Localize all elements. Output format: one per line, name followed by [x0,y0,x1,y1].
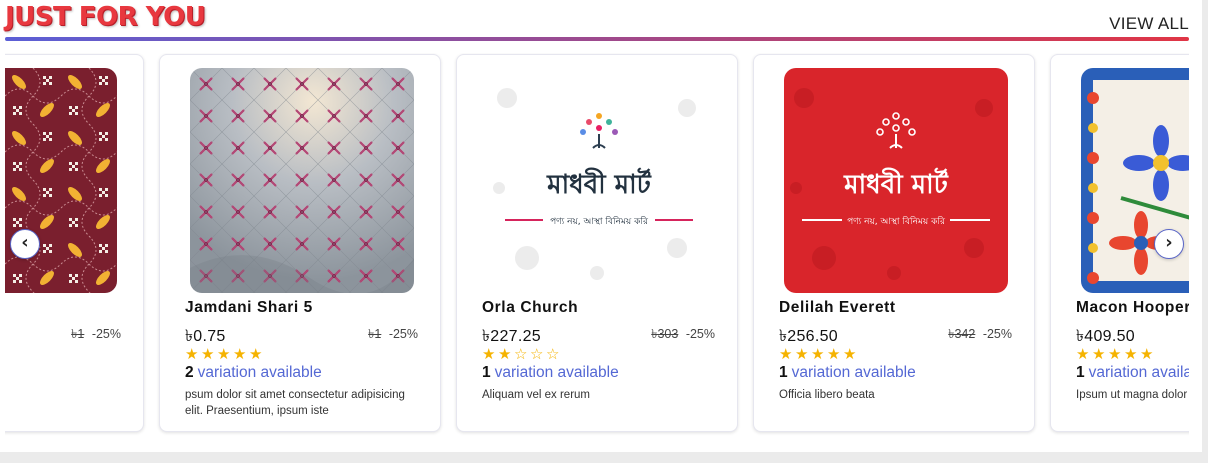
star-filled-icon: ★ [1076,345,1090,363]
rating-stars: ★ ★ ★ ★ ★ [185,346,265,363]
product-variations[interactable]: 1variation available [1076,364,1189,382]
maroon-embroidered-fabric-image [5,68,117,293]
product-carousel: 3 ৳1 -25% ible [5,53,1189,438]
carousel-next-button[interactable]: › [1154,229,1184,259]
variation-count: 2 [185,364,194,381]
product-variations[interactable]: 1variation available [482,364,619,382]
star-filled-icon: ★ [795,345,809,363]
variation-label[interactable]: variation available [1089,364,1189,381]
star-filled-icon: ★ [1124,345,1138,363]
star-empty-icon: ☆ [546,345,560,363]
logo-tagline: পণ্য নয়, আস্থা বিনিময় করি [847,216,946,227]
chevron-left-icon: ‹ [21,232,29,253]
rating-stars: ★ ★ ★ ★ ★ [779,346,859,363]
product-discount: -25% [91,327,121,341]
product-old-price-group: ৳303 -25% [651,326,715,346]
star-filled-icon: ★ [827,345,841,363]
star-filled-icon: ★ [185,345,199,363]
product-old-price-group: ৳342 -25% [948,326,1012,346]
view-all-link[interactable]: VIEW ALL [1109,14,1189,34]
rating-stars: ★ ★ ★ ★ ★ [1076,346,1156,363]
product-description: psum dolor sit amet consectetur adipisic… [185,389,405,417]
madhobi-mart-logo-red-image: মাধবী মার্ট পণ্য নয়, আস্থা বিনিময় করি [784,68,1008,293]
product-card[interactable]: মাধবী মার্ট পণ্য নয়, আস্থা বিনিময় করি … [753,54,1035,432]
product-name[interactable]: Jamdani Shari 5 [185,299,313,317]
star-filled-icon: ★ [498,345,512,363]
star-filled-icon: ★ [1140,345,1154,363]
logo-wordmark: মাধবী মার্ট [546,167,651,200]
logo-wordmark: মাধবী মার্ট [843,167,948,200]
product-variations[interactable]: 1variation available [779,364,916,382]
product-old-price: ৳1 [368,327,382,341]
section-title: JUST FOR YOU [5,2,206,32]
chevron-right-icon: › [1165,232,1173,253]
star-filled-icon: ★ [1092,345,1106,363]
star-filled-icon: ★ [217,345,231,363]
star-filled-icon: ★ [1108,345,1122,363]
product-discount: -25% [982,327,1012,341]
product-description: Aliquam vel ex rerum [482,389,591,401]
variation-count: 1 [482,364,491,381]
product-image[interactable] [5,68,117,293]
rating-stars: ★ ★ ☆ ☆ ☆ [482,346,562,363]
star-filled-icon: ★ [482,345,496,363]
star-filled-icon: ★ [249,345,263,363]
product-image[interactable] [1081,68,1189,293]
star-empty-icon: ☆ [530,345,544,363]
product-card[interactable]: মাধবী মার্ট পণ্য নয়, আস্থা বিনিময় করি … [456,54,738,432]
product-name[interactable]: Orla Church [482,299,578,317]
product-description: Ipsum ut magna dolor [1076,389,1188,401]
product-old-price: ৳303 [651,327,679,341]
product-old-price-group: ৳1 -25% [71,326,121,346]
product-name[interactable]: Macon Hooper [1076,299,1189,317]
star-filled-icon: ★ [201,345,215,363]
variation-label[interactable]: variation available [495,364,619,381]
product-image[interactable] [190,68,414,293]
colorful-floral-embroidered-cloth-image [1081,68,1189,293]
product-description: Officia libero beata [779,389,875,401]
product-name[interactable]: Delilah Everett [779,299,896,317]
madhobi-mart-logo-image: মাধবী মার্ট পণ্য নয়, আস্থা বিনিময় করি [487,68,711,293]
product-card[interactable]: Jamdani Shari 5 ৳0.75 ৳1 -25% ★ ★ ★ ★ ★ 2 var… [159,54,441,432]
product-variations[interactable]: 2 variation available [185,364,322,382]
logo-tagline: পণ্য নয়, আস্থা বিনিময় করি [550,216,649,227]
product-old-price-group: ৳1 -25% [368,326,418,346]
product-old-price: ৳342 [948,327,976,341]
star-filled-icon: ★ [779,345,793,363]
star-filled-icon: ★ [233,345,247,363]
carousel-prev-button[interactable]: ‹ [10,229,40,259]
star-filled-icon: ★ [811,345,825,363]
variation-count: 1 [1076,364,1085,381]
product-discount: -25% [388,327,418,341]
section-bottom-divider [0,452,1208,463]
title-underline [5,37,1189,41]
page-scrollbar-track [1202,0,1208,463]
variation-label[interactable]: variation available [792,364,916,381]
product-old-price: ৳1 [71,327,85,341]
variation-label[interactable]: variation available [198,364,322,381]
product-discount: -25% [685,327,715,341]
star-filled-icon: ★ [843,345,857,363]
grey-pink-cross-stitch-fabric-image [190,68,414,293]
star-empty-icon: ☆ [514,345,528,363]
product-image[interactable]: মাধবী মার্ট পণ্য নয়, আস্থা বিনিময় করি [784,68,1008,293]
product-image[interactable]: মাধবী মার্ট পণ্য নয়, আস্থা বিনিময় করি [487,68,711,293]
variation-count: 1 [779,364,788,381]
